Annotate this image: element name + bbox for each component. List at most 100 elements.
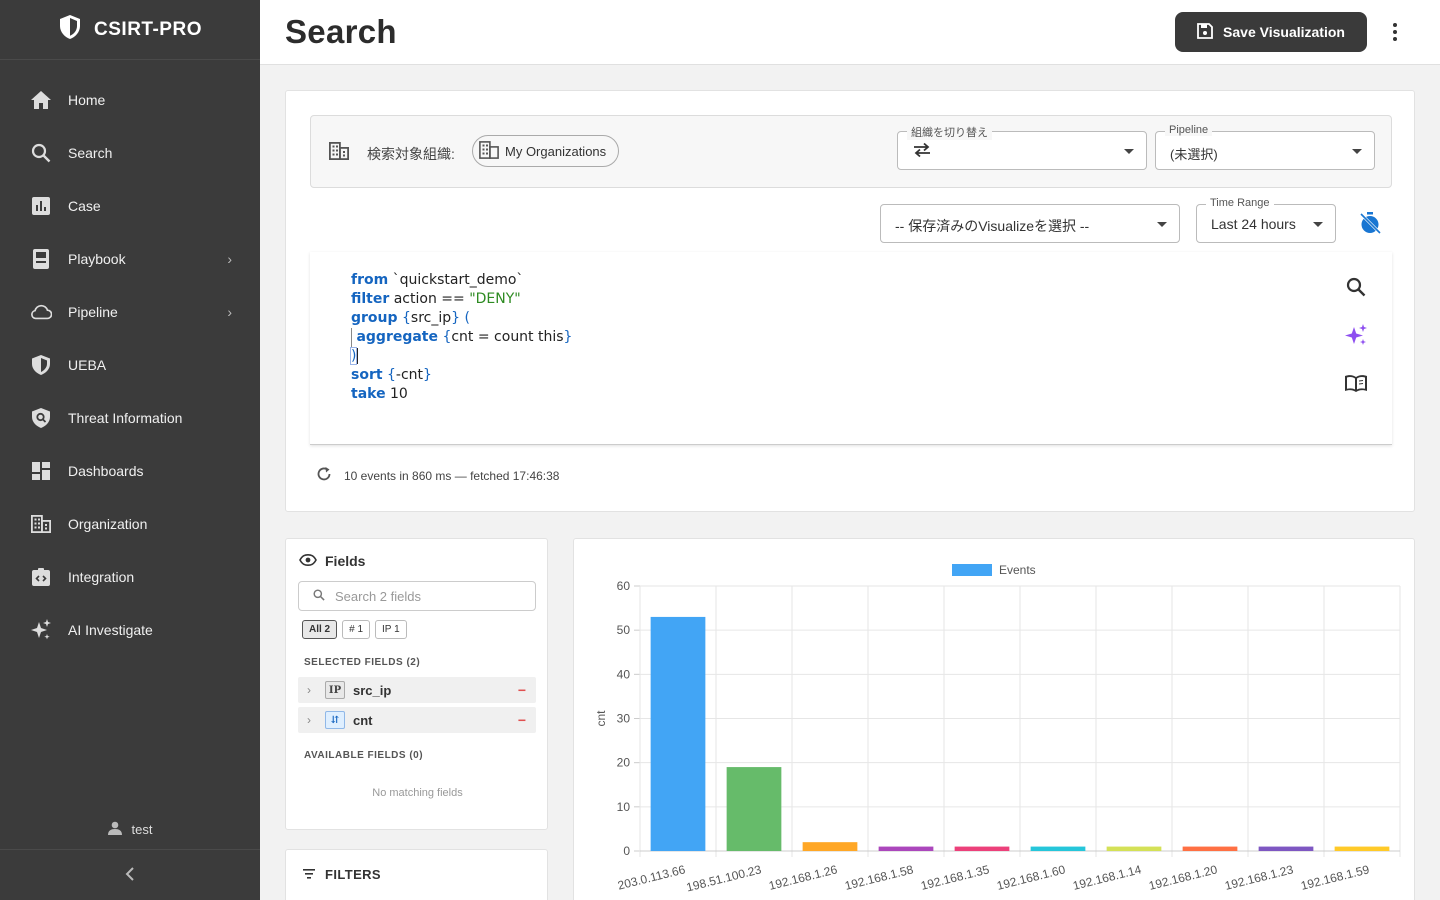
query-text: -cnt	[395, 367, 424, 383]
time-range-value: Last 24 hours	[1211, 216, 1296, 232]
ip-type-icon: IP	[325, 681, 345, 699]
sidebar-item-ueba[interactable]: UEBA	[0, 338, 260, 391]
save-visualization-button[interactable]: Save Visualization	[1175, 12, 1367, 52]
chevron-right-icon[interactable]: ›	[307, 683, 325, 697]
x-tick-label: 192.168.1.26	[767, 862, 839, 893]
fields-header: Fields	[299, 553, 365, 569]
home-icon	[30, 89, 52, 111]
filter-chip-number[interactable]: # 1	[342, 620, 371, 639]
query-keyword: from	[351, 272, 389, 288]
field-row-src-ip[interactable]: › IP src_ip −	[298, 677, 536, 703]
timer-off-icon[interactable]	[1358, 211, 1382, 240]
building-icon	[479, 140, 499, 162]
save-visualization-label: Save Visualization	[1223, 24, 1345, 40]
sidebar-item-label: Search	[68, 144, 113, 161]
pipeline-value: (未選択)	[1170, 147, 1218, 162]
query-brace: }	[563, 329, 573, 345]
ai-sparkle-icon[interactable]	[1342, 321, 1370, 349]
filters-title: FILTERS	[325, 867, 381, 882]
search-icon	[313, 588, 325, 604]
query-code[interactable]: from `quickstart_demo` filter action == …	[349, 271, 573, 404]
query-editor[interactable]: from `quickstart_demo` filter action == …	[310, 252, 1392, 445]
sidebar-item-playbook[interactable]: Playbook ›	[0, 232, 260, 285]
chevron-right-icon: ›	[227, 303, 232, 320]
run-search-icon[interactable]	[1342, 273, 1370, 301]
dropdown-caret-icon	[1124, 149, 1134, 154]
eye-icon	[299, 553, 317, 569]
user-name: test	[131, 821, 153, 837]
switch-organization-select[interactable]: 組織を切り替え	[897, 124, 1147, 170]
refresh-icon[interactable]	[316, 466, 332, 485]
sidebar-nav: Home Search Case Playbook › Pipeline › U…	[0, 60, 260, 656]
fields-title: Fields	[325, 553, 366, 569]
filter-chip-all[interactable]: All 2	[302, 620, 338, 639]
sidebar-item-ai-investigate[interactable]: AI Investigate	[0, 603, 260, 656]
sidebar-item-label: UEBA	[68, 356, 107, 373]
sidebar-item-case[interactable]: Case	[0, 179, 260, 232]
sidebar-item-integration[interactable]: Integration	[0, 550, 260, 603]
brand[interactable]: CSIRT-PRO	[0, 0, 260, 60]
pipeline-select[interactable]: Pipeline (未選択)	[1155, 124, 1375, 170]
filters-header: FILTERS	[303, 867, 381, 882]
field-name: src_ip	[353, 682, 392, 698]
time-range-legend: Time Range	[1206, 197, 1274, 209]
time-range-select[interactable]: Time Range Last 24 hours	[1196, 197, 1336, 243]
sidebar-item-label: Pipeline	[68, 303, 118, 320]
query-brace: )	[349, 347, 358, 365]
search-icon	[30, 142, 52, 164]
brand-name: CSIRT-PRO	[94, 18, 202, 40]
query-text: cnt = count this	[451, 329, 564, 345]
sidebar-item-organization[interactable]: Organization	[0, 497, 260, 550]
brand-shield-icon	[58, 14, 82, 45]
number-type-icon: ⇵	[325, 711, 345, 729]
y-axis-title: cnt	[594, 710, 608, 727]
sidebar-item-home[interactable]: Home	[0, 73, 260, 126]
sidebar-item-dashboards[interactable]: Dashboards	[0, 444, 260, 497]
y-tick-label: 20	[617, 756, 631, 770]
sidebar: CSIRT-PRO Home Search Case Playbook › Pi…	[0, 0, 260, 900]
remove-field-icon[interactable]: −	[508, 682, 536, 698]
bar-192.168.1.35	[954, 846, 1010, 851]
integration-icon	[30, 566, 52, 588]
more-options-icon[interactable]	[1383, 20, 1407, 44]
y-tick-label: 40	[617, 667, 631, 681]
field-search-input[interactable]: Search 2 fields	[298, 581, 536, 611]
filter-chip-ip[interactable]: IP 1	[375, 620, 407, 639]
bar-192.168.1.26	[802, 842, 858, 851]
sidebar-item-pipeline[interactable]: Pipeline ›	[0, 285, 260, 338]
sidebar-item-label: Dashboards	[68, 462, 144, 479]
sidebar-item-label: AI Investigate	[68, 621, 153, 638]
user-menu[interactable]: test	[0, 808, 260, 850]
my-organizations-chip[interactable]: My Organizations	[472, 135, 620, 167]
sidebar-item-search[interactable]: Search	[0, 126, 260, 179]
chevron-right-icon: ›	[227, 250, 232, 267]
filters-panel[interactable]: FILTERS	[285, 849, 548, 900]
dropdown-caret-icon	[1157, 222, 1167, 227]
page-title: Search	[285, 13, 397, 50]
chevron-right-icon[interactable]: ›	[307, 713, 325, 727]
filter-lines-icon	[303, 867, 315, 882]
save-icon	[1197, 22, 1213, 42]
query-brace: {	[438, 329, 452, 345]
no-matching-fields: No matching fields	[372, 787, 463, 799]
bar-203.0.113.66	[650, 616, 706, 851]
dropdown-caret-icon	[1352, 149, 1362, 154]
remove-field-icon[interactable]: −	[508, 712, 536, 728]
sidebar-item-label: Threat Information	[68, 409, 183, 426]
field-type-filters: All 2 # 1 IP 1	[302, 620, 407, 639]
user-icon	[107, 821, 122, 838]
cloud-icon	[30, 301, 52, 323]
sidebar-item-threat-information[interactable]: Threat Information	[0, 391, 260, 444]
query-status-text: 10 events in 860 ms — fetched 17:46:38	[344, 468, 560, 483]
docs-book-icon[interactable]	[1342, 369, 1370, 397]
query-keyword: take	[351, 386, 386, 402]
query-keyword: aggregate	[356, 329, 438, 345]
target-organization-label: 検索対象組織:	[367, 146, 455, 162]
saved-visualize-select[interactable]: -- 保存済みのVisualizeを選択 --	[880, 204, 1180, 243]
y-tick-label: 60	[617, 579, 631, 593]
y-tick-label: 30	[617, 712, 631, 726]
y-tick-label: 50	[617, 623, 631, 637]
field-row-cnt[interactable]: › ⇵ cnt −	[298, 707, 536, 733]
query-status: 10 events in 860 ms — fetched 17:46:38	[316, 466, 559, 485]
collapse-sidebar-button[interactable]	[0, 849, 260, 900]
